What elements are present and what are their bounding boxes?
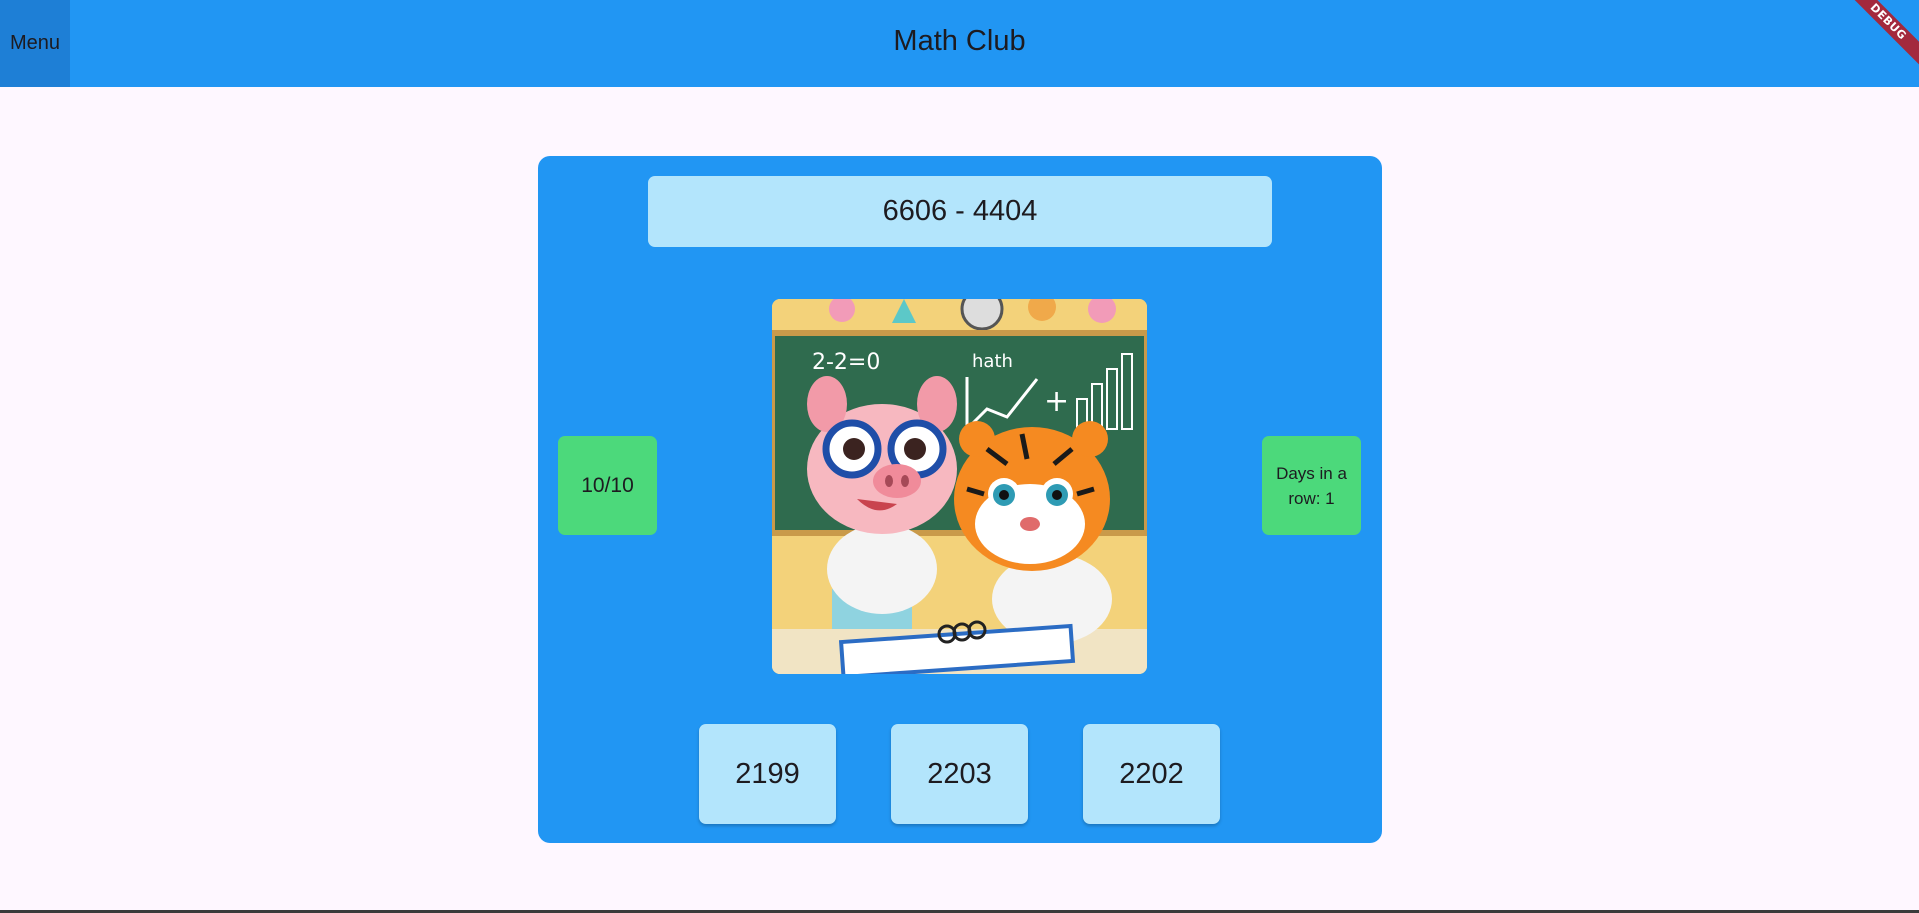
- board-equation: 2-2=0: [812, 350, 880, 375]
- board-text: hath: [972, 351, 1013, 372]
- streak-badge: Days in a row: 1: [1262, 436, 1361, 535]
- classroom-illustration-icon: 2-2=0 hath +: [772, 299, 1147, 674]
- app-title: Math Club: [893, 25, 1026, 57]
- answer-button-3[interactable]: 2202: [1083, 724, 1220, 824]
- debug-banner: DEBUG: [1839, 0, 1919, 80]
- svg-text:+: +: [1044, 384, 1069, 419]
- debug-banner-label: DEBUG: [1839, 0, 1919, 74]
- quiz-card: 6606 - 4404 10/10 2-2=0 hath + Days in a…: [538, 156, 1382, 843]
- answer-button-2[interactable]: 2203: [891, 724, 1028, 824]
- question-display: 6606 - 4404: [648, 176, 1272, 247]
- pig-tiger-illustration: 2-2=0 hath +: [772, 299, 1147, 674]
- app-bar: Menu Math Club DEBUG: [0, 0, 1919, 87]
- score-badge: 10/10: [558, 436, 657, 535]
- answer-options: 2199 2203 2202: [538, 724, 1382, 824]
- answer-button-1[interactable]: 2199: [699, 724, 836, 824]
